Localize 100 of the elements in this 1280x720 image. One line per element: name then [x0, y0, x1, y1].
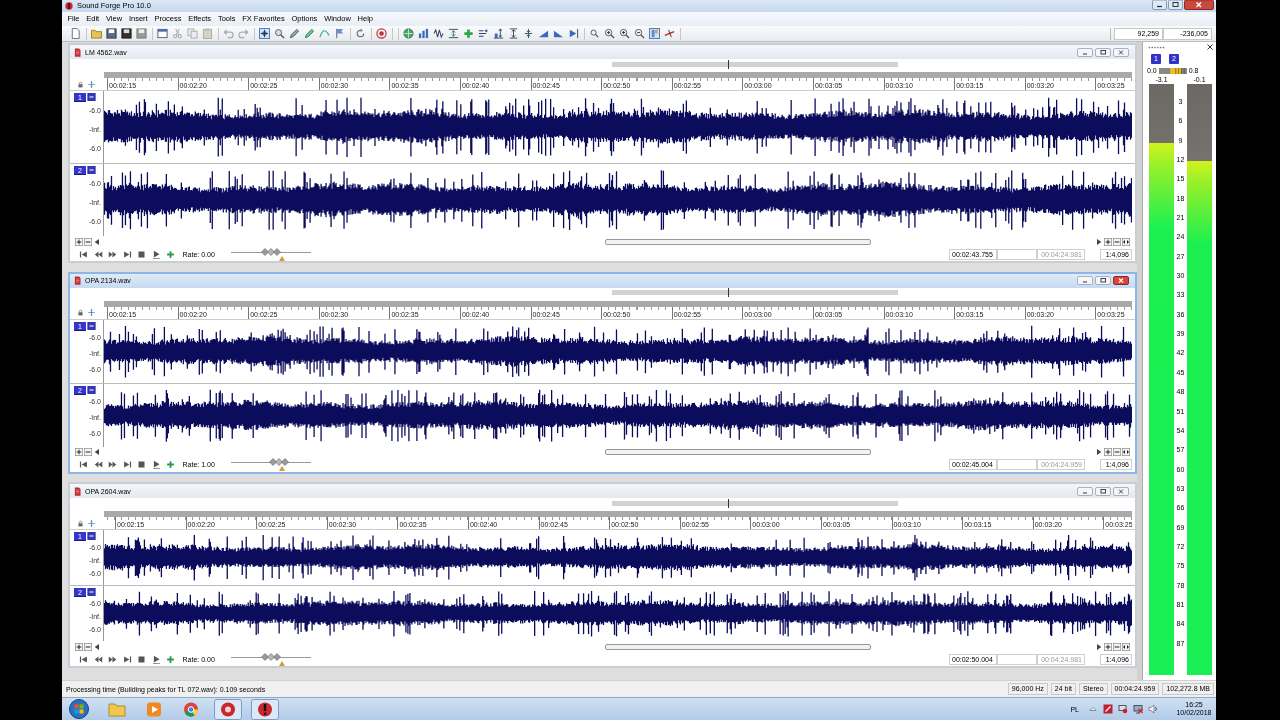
right-arrow-icon[interactable]	[1095, 448, 1103, 456]
move-icon[interactable]	[88, 309, 95, 316]
new-file-icon[interactable]	[70, 28, 81, 39]
speaker-icon[interactable]	[1148, 704, 1158, 714]
magnifier-icon[interactable]	[274, 28, 285, 39]
zoom-in-icon[interactable]	[1104, 448, 1112, 456]
refresh-icon[interactable]	[355, 28, 366, 39]
tile-icon[interactable]	[1103, 704, 1113, 714]
zoom-in-icon[interactable]	[1104, 237, 1112, 246]
go-to-end-icon[interactable]	[122, 249, 132, 259]
go-to-start-icon[interactable]	[79, 460, 88, 469]
scroll-thumb[interactable]	[605, 643, 872, 650]
time-field[interactable]	[997, 653, 1037, 665]
magnifier-icon[interactable]	[589, 28, 600, 39]
move-icon[interactable]	[88, 519, 95, 527]
gripper-icon[interactable]	[1148, 45, 1165, 49]
zoom-out-icon[interactable]	[634, 28, 645, 39]
minimize-icon[interactable]	[1152, 0, 1167, 10]
ramp-down-icon[interactable]	[553, 28, 564, 39]
sliders-icon[interactable]	[478, 28, 489, 39]
slider-thumb[interactable]	[260, 652, 281, 661]
collapse-icon[interactable]	[87, 385, 96, 394]
play-icon[interactable]	[151, 654, 161, 664]
network-icon[interactable]	[1133, 704, 1143, 714]
zoom-in-icon[interactable]	[75, 448, 83, 456]
bar-arrow-icon[interactable]	[493, 28, 504, 39]
left-arrow-icon[interactable]	[93, 448, 101, 456]
play-bar-icon[interactable]	[568, 28, 579, 39]
zoom-in-icon[interactable]	[619, 28, 630, 39]
rewind-icon[interactable]	[93, 249, 103, 259]
fast-forward-icon[interactable]	[108, 249, 117, 259]
stop-icon[interactable]	[137, 249, 146, 259]
play-icon[interactable]	[151, 460, 161, 469]
go-to-start-icon[interactable]	[79, 249, 88, 259]
vertical-arrows-icon[interactable]	[508, 28, 519, 39]
pencil-icon[interactable]	[304, 28, 315, 39]
vertical-arrows-icon[interactable]	[523, 28, 534, 39]
zoom-in-icon[interactable]	[75, 642, 83, 651]
close-icon[interactable]	[1113, 276, 1129, 285]
collapse-icon[interactable]	[87, 321, 96, 330]
double-arrow-icon[interactable]	[1122, 237, 1130, 246]
pencil-icon[interactable]	[289, 28, 300, 39]
globe-icon[interactable]	[403, 28, 414, 39]
close-icon[interactable]	[1184, 0, 1214, 10]
zoom-in-icon[interactable]	[1104, 642, 1112, 651]
rewind-icon[interactable]	[93, 654, 103, 664]
lock-icon[interactable]	[77, 80, 84, 88]
crosshair-icon[interactable]	[259, 28, 270, 39]
restore-icon[interactable]	[1095, 486, 1111, 496]
go-to-end-icon[interactable]	[122, 654, 132, 664]
window-icon[interactable]	[157, 28, 168, 39]
left-arrow-icon[interactable]	[93, 642, 101, 651]
right-arrow-icon[interactable]	[1095, 642, 1103, 651]
rewind-icon[interactable]	[93, 460, 103, 469]
time-field[interactable]	[997, 248, 1037, 260]
fast-forward-icon[interactable]	[108, 654, 117, 664]
zigzag-icon[interactable]	[433, 28, 444, 39]
record-icon[interactable]	[376, 28, 387, 39]
play-icon[interactable]	[151, 249, 161, 259]
double-arrow-icon[interactable]	[1122, 448, 1130, 456]
go-to-start-icon[interactable]	[79, 654, 88, 664]
collapse-icon[interactable]	[87, 166, 96, 174]
maximize-icon[interactable]	[1168, 0, 1183, 10]
collapse-icon[interactable]	[87, 588, 96, 596]
ramp-up-icon[interactable]	[538, 28, 549, 39]
restore-icon[interactable]	[1095, 47, 1111, 57]
scroll-thumb[interactable]	[605, 238, 872, 245]
lock-icon[interactable]	[77, 309, 84, 316]
right-arrow-icon[interactable]	[1095, 237, 1103, 246]
plus-icon[interactable]	[166, 249, 175, 259]
left-arrow-icon[interactable]	[93, 237, 101, 246]
plus-icon[interactable]	[463, 28, 474, 39]
go-to-end-icon[interactable]	[122, 460, 132, 469]
stop-icon[interactable]	[137, 460, 146, 469]
slider-thumb[interactable]	[268, 458, 289, 466]
collapse-icon[interactable]	[87, 93, 96, 101]
restore-icon[interactable]	[1095, 276, 1111, 285]
folder-icon[interactable]	[91, 28, 102, 39]
move-icon[interactable]	[88, 80, 95, 88]
plus-icon[interactable]	[166, 654, 175, 664]
arrows-icon[interactable]	[448, 28, 459, 39]
exclamation-icon[interactable]	[251, 698, 279, 720]
bar-chart-icon[interactable]	[418, 28, 429, 39]
plus-icon[interactable]	[166, 460, 175, 469]
stop-icon[interactable]	[137, 654, 146, 664]
marker-flag-icon[interactable]	[649, 28, 660, 39]
fast-forward-icon[interactable]	[108, 460, 117, 469]
start-icon[interactable]	[69, 699, 89, 719]
slider-thumb[interactable]	[260, 247, 281, 256]
zoom-in-icon[interactable]	[75, 237, 83, 246]
scroll-thumb[interactable]	[605, 449, 872, 455]
zoom-in-icon[interactable]	[604, 28, 615, 39]
flag-icon[interactable]	[334, 28, 345, 39]
crossed-line-icon[interactable]	[664, 28, 675, 39]
lock-icon[interactable]	[77, 519, 84, 527]
monitor-alert-icon[interactable]	[1118, 704, 1128, 714]
close-icon[interactable]	[1207, 44, 1213, 50]
double-arrow-icon[interactable]	[1122, 642, 1130, 651]
time-field[interactable]	[997, 459, 1037, 470]
collapse-icon[interactable]	[87, 532, 96, 540]
